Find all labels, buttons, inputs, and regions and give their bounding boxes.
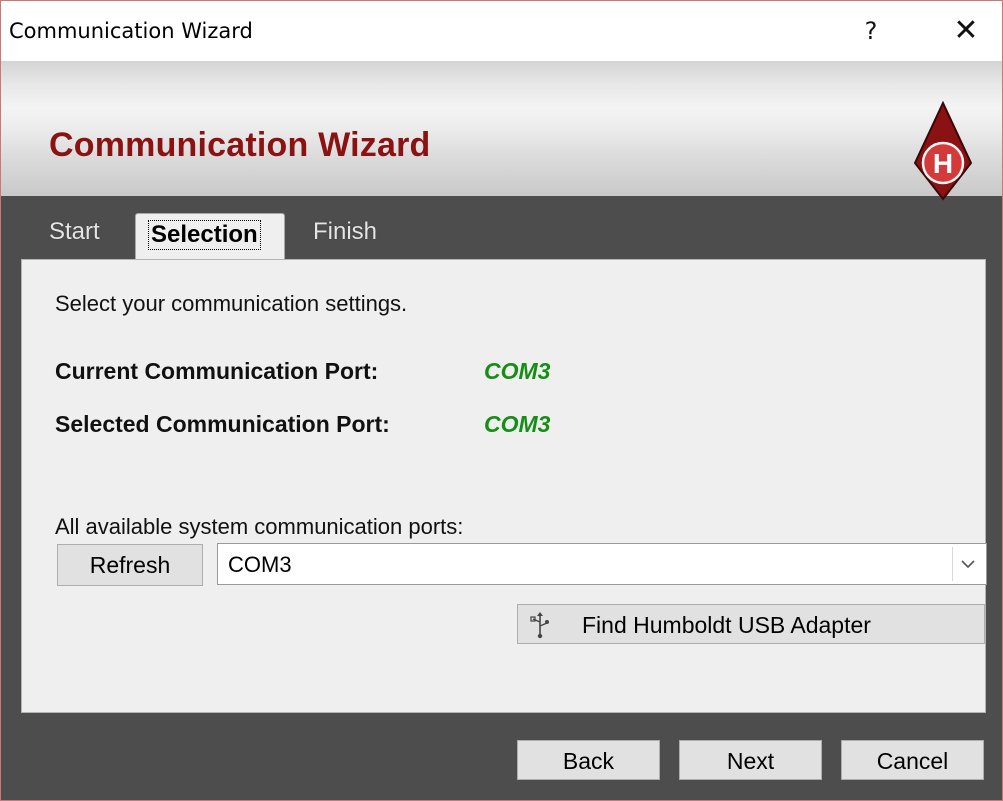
find-usb-adapter-button[interactable]: Find Humboldt USB Adapter xyxy=(517,604,985,644)
port-select[interactable]: COM3 xyxy=(217,543,987,585)
selected-port-value: COM3 xyxy=(484,411,551,437)
current-port-label: Current Communication Port: xyxy=(55,358,379,384)
humboldt-logo: H xyxy=(913,101,973,201)
tab-start[interactable]: Start xyxy=(49,218,100,246)
next-button[interactable]: Next xyxy=(679,740,822,780)
help-button[interactable]: ? xyxy=(851,11,891,51)
close-button[interactable]: ✕ xyxy=(946,11,986,51)
back-button[interactable]: Back xyxy=(517,740,660,780)
title-bar: Communication Wizard ? ✕ xyxy=(1,1,1002,61)
wizard-window: Communication Wizard ? ✕ Communication W… xyxy=(0,0,1003,801)
usb-icon xyxy=(530,612,549,639)
tab-selection[interactable]: Selection xyxy=(135,213,285,264)
cancel-button[interactable]: Cancel xyxy=(841,740,984,780)
available-ports-label: All available system communication ports… xyxy=(55,514,464,539)
find-usb-adapter-label: Find Humboldt USB Adapter xyxy=(582,612,871,638)
logo-letter: H xyxy=(933,148,953,179)
tab-finish[interactable]: Finish xyxy=(313,218,377,246)
refresh-button[interactable]: Refresh xyxy=(57,544,203,586)
tab-selection-label: Selection xyxy=(148,220,261,250)
selection-panel: Select your communication settings. Curr… xyxy=(21,259,987,713)
port-select-value: COM3 xyxy=(228,552,292,577)
banner-title: Communication Wizard xyxy=(49,126,431,164)
window-title: Communication Wizard xyxy=(9,19,253,43)
banner: Communication Wizard H xyxy=(1,61,1002,201)
intro-text: Select your communication settings. xyxy=(55,291,408,316)
current-port-value: COM3 xyxy=(484,358,551,384)
chevron-down-icon[interactable] xyxy=(952,547,983,581)
selected-port-label: Selected Communication Port: xyxy=(55,411,390,437)
